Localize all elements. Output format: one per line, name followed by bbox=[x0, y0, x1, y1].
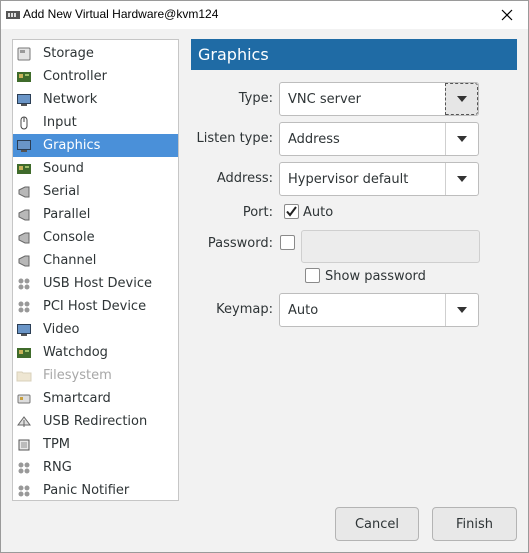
sidebar-item-channel[interactable]: Channel bbox=[13, 249, 178, 272]
address-value: Hypervisor default bbox=[288, 171, 409, 187]
chip-icon bbox=[18, 439, 30, 450]
usb-redirection-icon bbox=[17, 415, 31, 427]
monitor-icon bbox=[17, 139, 31, 152]
sidebar-item-rng[interactable]: RNG bbox=[13, 456, 178, 479]
sidebar-item-label: Network bbox=[43, 92, 98, 107]
keymap-dropdown-button[interactable] bbox=[445, 294, 478, 326]
sidebar-item-label: Graphics bbox=[43, 138, 101, 153]
hardware-type-list: Storage Controller Network Input Graphics Sou… bbox=[12, 39, 179, 501]
add-hardware-dialog: Add New Virtual Hardware@kvm124 Storage C… bbox=[0, 0, 529, 553]
rng-icon bbox=[18, 462, 30, 473]
sidebar-item-label: Controller bbox=[43, 69, 107, 84]
sidebar-item-tpm[interactable]: TPM bbox=[13, 433, 178, 456]
keymap-value: Auto bbox=[288, 302, 319, 318]
sidebar-item-smartcard[interactable]: Smartcard bbox=[13, 387, 178, 410]
show-password-checkbox[interactable] bbox=[305, 268, 320, 283]
sidebar-item-label: Panic Notifier bbox=[43, 483, 130, 498]
finish-button[interactable]: Finish bbox=[432, 507, 517, 541]
keymap-label: Keymap: bbox=[216, 302, 273, 317]
password-enable-checkbox[interactable] bbox=[280, 235, 295, 250]
controller-icon bbox=[17, 71, 31, 82]
sidebar-item-panic-notifier[interactable]: Panic Notifier bbox=[13, 479, 178, 502]
chevron-down-icon bbox=[456, 96, 467, 102]
sidebar-item-label: Watchdog bbox=[43, 345, 108, 360]
sidebar-item-pci-host-device[interactable]: PCI Host Device bbox=[13, 295, 178, 318]
port-label: Port: bbox=[242, 205, 273, 220]
type-combo[interactable]: VNC server bbox=[279, 82, 479, 116]
panel-title: Graphics bbox=[191, 39, 517, 70]
mouse-icon bbox=[20, 116, 28, 129]
chevron-down-icon bbox=[457, 136, 467, 142]
listen-type-dropdown-button[interactable] bbox=[445, 123, 478, 155]
sidebar-item-usb-redirection[interactable]: USB Redirection bbox=[13, 410, 178, 433]
sound-card-icon bbox=[17, 163, 31, 174]
sidebar-item-video[interactable]: Video bbox=[13, 318, 178, 341]
sidebar-item-watchdog[interactable]: Watchdog bbox=[13, 341, 178, 364]
sidebar-item-label: Storage bbox=[43, 46, 94, 61]
type-label: Type: bbox=[238, 91, 273, 106]
sidebar-item-label: PCI Host Device bbox=[43, 299, 147, 314]
password-label: Password: bbox=[207, 236, 273, 251]
checkmark-icon bbox=[286, 206, 297, 217]
sidebar-item-label: USB Host Device bbox=[43, 276, 153, 291]
sidebar-item-label: Parallel bbox=[43, 207, 91, 222]
keymap-combo[interactable]: Auto bbox=[279, 293, 479, 327]
listen-type-label: Listen type: bbox=[196, 131, 273, 146]
listen-type-combo[interactable]: Address bbox=[279, 122, 479, 156]
watchdog-icon bbox=[17, 347, 31, 358]
channel-plug-icon bbox=[18, 255, 30, 266]
address-label: Address: bbox=[216, 171, 273, 186]
sidebar-item-label: Smartcard bbox=[43, 391, 111, 406]
window-title: Add New Virtual Hardware@kvm124 bbox=[23, 7, 219, 21]
serial-plug-icon bbox=[18, 186, 30, 197]
folder-icon bbox=[16, 371, 32, 381]
address-combo[interactable]: Hypervisor default bbox=[279, 162, 479, 196]
sidebar-item-controller[interactable]: Controller bbox=[13, 65, 178, 88]
password-field[interactable] bbox=[301, 230, 480, 263]
network-icon bbox=[17, 93, 31, 106]
close-button[interactable] bbox=[492, 3, 522, 27]
chevron-down-icon bbox=[457, 176, 467, 182]
sidebar-item-parallel[interactable]: Parallel bbox=[13, 203, 178, 226]
sidebar-item-storage[interactable]: Storage bbox=[13, 42, 178, 65]
title-bar: Add New Virtual Hardware@kvm124 bbox=[1, 1, 528, 29]
sidebar-item-label: Video bbox=[43, 322, 80, 337]
sidebar-item-label: USB Redirection bbox=[43, 414, 148, 429]
close-icon bbox=[501, 9, 513, 21]
sidebar-item-filesystem[interactable]: Filesystem bbox=[13, 364, 178, 387]
port-auto-checkbox[interactable] bbox=[284, 204, 299, 219]
video-monitor-icon bbox=[17, 323, 31, 336]
type-value: VNC server bbox=[288, 91, 361, 107]
sidebar-item-network[interactable]: Network bbox=[13, 88, 178, 111]
virt-manager-app-icon bbox=[6, 11, 20, 19]
sidebar-item-label: Channel bbox=[43, 253, 97, 268]
address-dropdown-button[interactable] bbox=[445, 163, 478, 195]
sidebar-item-usb-host-device[interactable]: USB Host Device bbox=[13, 272, 178, 295]
panic-notifier-icon bbox=[18, 485, 30, 496]
sidebar-item-label: TPM bbox=[43, 437, 70, 452]
sidebar-item-label: Input bbox=[43, 115, 77, 130]
sidebar-item-graphics[interactable]: Graphics bbox=[13, 134, 178, 157]
usb-device-icon bbox=[18, 278, 30, 289]
sidebar-item-sound[interactable]: Sound bbox=[13, 157, 178, 180]
sidebar-item-console[interactable]: Console bbox=[13, 226, 178, 249]
port-auto-label: Auto bbox=[303, 205, 334, 220]
pci-device-icon bbox=[18, 301, 30, 312]
type-dropdown-button[interactable] bbox=[445, 83, 478, 115]
listen-type-value: Address bbox=[288, 131, 340, 147]
smartcard-icon bbox=[17, 394, 31, 403]
sidebar-item-label: RNG bbox=[43, 460, 72, 475]
sidebar-item-label: Sound bbox=[43, 161, 84, 176]
storage-icon bbox=[17, 47, 31, 60]
sidebar-item-label: Filesystem bbox=[43, 368, 112, 383]
parallel-plug-icon bbox=[18, 209, 30, 220]
console-plug-icon bbox=[18, 232, 30, 243]
sidebar-item-serial[interactable]: Serial bbox=[13, 180, 178, 203]
sidebar-item-label: Console bbox=[43, 230, 95, 245]
show-password-label: Show password bbox=[325, 269, 426, 284]
chevron-down-icon bbox=[457, 307, 467, 313]
cancel-button[interactable]: Cancel bbox=[335, 507, 419, 541]
sidebar-item-input[interactable]: Input bbox=[13, 111, 178, 134]
sidebar-item-label: Serial bbox=[43, 184, 80, 199]
